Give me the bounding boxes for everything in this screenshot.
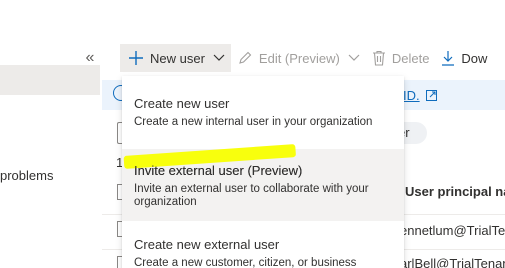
new-user-label: New user (150, 50, 205, 66)
nav-item-problems[interactable]: problems (0, 168, 53, 183)
chevron-down-icon (213, 54, 225, 62)
menu-item-title: Create new user (134, 96, 230, 111)
menu-item-title: Create new external user (134, 237, 280, 252)
delete-button[interactable]: Delete (366, 44, 436, 72)
trash-icon (372, 50, 386, 66)
column-header-upn[interactable]: User principal na (405, 184, 505, 199)
edit-label: Edit (Preview) (258, 50, 340, 66)
menu-item-description: Create a new internal user in your organ… (134, 116, 373, 128)
delete-label: Delete (391, 50, 430, 66)
download-label: Dow (461, 50, 488, 66)
info-link-label[interactable]: ID. (403, 88, 420, 103)
invite-title-overlay: Invite external user (Preview) (134, 163, 303, 178)
menu-item-create-new-user[interactable]: Create new user Create a new internal us… (122, 96, 404, 129)
download-button[interactable]: Dow (435, 44, 493, 72)
menu-item-description: Invite an external user to collaborate w… (134, 183, 369, 208)
table-cell-upn[interactable]: arlBell@TrialTenan (400, 256, 505, 268)
chevron-down-icon (348, 54, 360, 62)
users-page: « problems ID. er 1 User principal na en… (0, 0, 505, 268)
table-cell-upn[interactable]: ennetlum@TrialTen (400, 223, 505, 238)
nav-selected-item[interactable] (0, 65, 100, 95)
info-link[interactable]: ID. (403, 88, 437, 103)
menu-item-create-external-user[interactable]: Create new external user Create a new cu… (122, 237, 404, 268)
external-link-icon (425, 90, 437, 101)
new-user-button[interactable]: New user (120, 44, 231, 72)
menu-item-description: Create a new customer, citizen, or busin… (134, 257, 357, 268)
download-icon (441, 50, 455, 66)
pencil-icon (237, 50, 253, 66)
command-bar: New user Edit (Preview) Delete Dow (120, 44, 505, 72)
edit-button[interactable]: Edit (Preview) (231, 44, 366, 72)
plus-icon (128, 50, 144, 66)
